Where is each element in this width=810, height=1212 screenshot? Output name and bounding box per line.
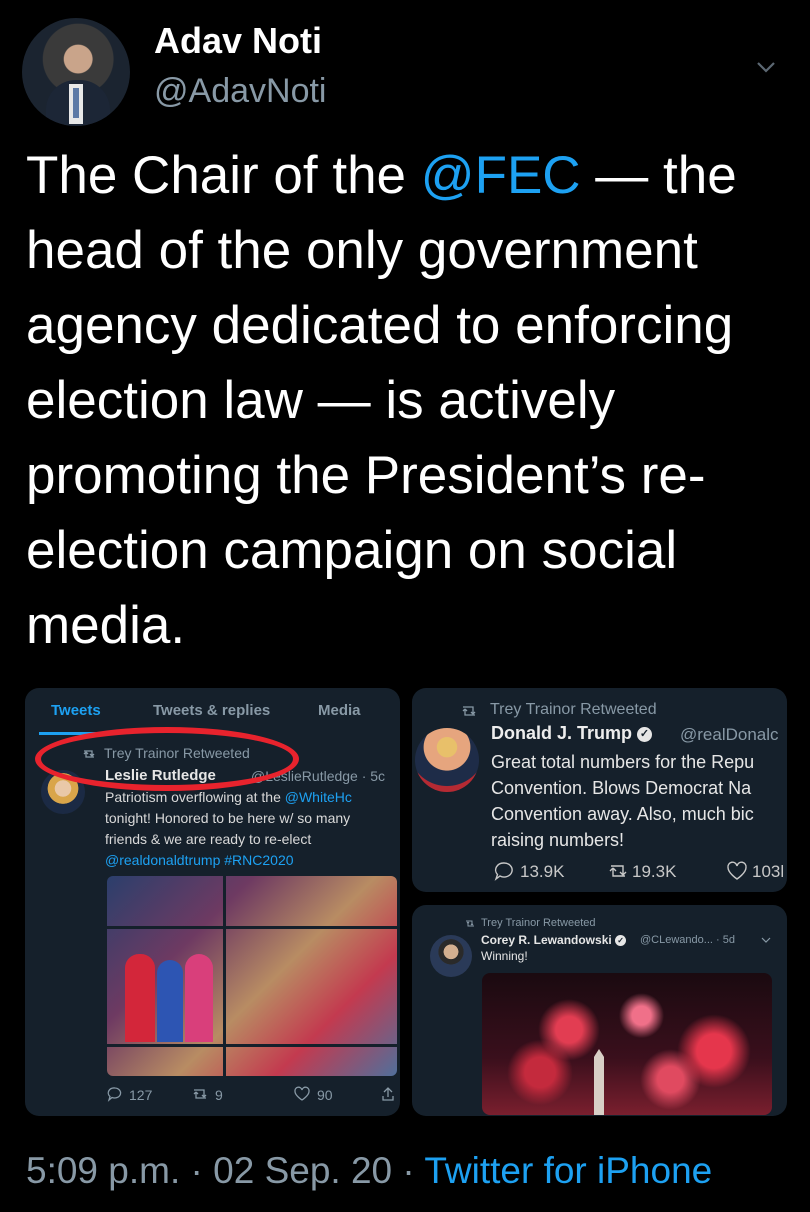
- reply-icon[interactable]: [107, 1086, 123, 1102]
- retweet-icon: [462, 706, 476, 716]
- reply-icon[interactable]: [494, 861, 514, 881]
- chevron-down-icon[interactable]: [761, 936, 771, 944]
- author-name[interactable]: Adav Noti: [154, 20, 322, 62]
- retweet-action-icon[interactable]: [191, 1087, 209, 1101]
- trump-tweet-text: Great total numbers for the Repu Convent…: [491, 752, 755, 850]
- lewandowski-tweet-text: Winning!: [481, 949, 528, 963]
- annotation-red-circle: [35, 727, 299, 791]
- lewandowski-name[interactable]: Corey R. Lewandowski ✓: [481, 933, 627, 947]
- tab-tweets[interactable]: Tweets: [51, 702, 101, 719]
- embedded-screenshot-lewandowski: Trey Trainor Retweeted Corey R. Lewandow…: [412, 905, 787, 1116]
- tab-tweets-replies[interactable]: Tweets & replies: [153, 702, 270, 719]
- author-handle[interactable]: @AdavNoti: [154, 72, 326, 111]
- reply-count: 13.9K: [520, 862, 565, 881]
- rutledge-tags[interactable]: @realdonaldtrump #RNC2020: [105, 852, 294, 868]
- like-count: 90: [317, 1087, 333, 1103]
- like-icon[interactable]: [293, 1086, 311, 1102]
- retweet-count: 9: [215, 1087, 223, 1103]
- lewandowski-avatar[interactable]: [430, 935, 472, 977]
- like-count: 103l: [752, 862, 785, 881]
- source-link[interactable]: Twitter for iPhone: [424, 1150, 712, 1191]
- retweet-count: 19.3K: [632, 862, 677, 881]
- retweet-label: Trey Trainor Retweeted: [481, 917, 596, 929]
- fireworks-photo[interactable]: [482, 973, 772, 1115]
- trump-name[interactable]: Donald J. Trump ✓: [491, 723, 653, 744]
- retweet-label: Trey Trainor Retweeted: [490, 701, 657, 718]
- rutledge-tweet-text: Patriotism overflowing at the @WhiteHc to…: [105, 789, 352, 868]
- author-avatar[interactable]: [22, 18, 130, 126]
- share-icon[interactable]: [381, 1086, 395, 1102]
- verified-badge-icon: ✓: [615, 935, 627, 947]
- chevron-down-icon[interactable]: [755, 56, 777, 78]
- tweet-text: The Chair of the @FEC — the head of the …: [26, 146, 737, 655]
- like-icon[interactable]: [726, 861, 748, 881]
- lewandowski-handle[interactable]: @CLewando... · 5d: [640, 934, 735, 946]
- retweet-icon: [466, 920, 474, 927]
- tab-media[interactable]: Media: [318, 702, 361, 719]
- collage-photo[interactable]: [107, 876, 397, 1076]
- tweet-footer: 5:09 p.m. · 02 Sep. 20 · Twitter for iPh…: [26, 1150, 712, 1192]
- embedded-screenshot-trump: Trey Trainor Retweeted Donald J. Trump ✓…: [412, 688, 787, 892]
- reply-count: 127: [129, 1087, 153, 1103]
- timestamp[interactable]: 5:09 p.m. · 02 Sep. 20 ·: [26, 1150, 424, 1191]
- fec-mention-link[interactable]: @FEC: [421, 146, 581, 205]
- trump-handle[interactable]: @realDonalc: [680, 725, 779, 745]
- avatar-tie: [73, 88, 79, 118]
- verified-badge-icon: ✓: [637, 726, 653, 742]
- trump-avatar[interactable]: [415, 728, 479, 792]
- retweet-action-icon[interactable]: [607, 863, 629, 879]
